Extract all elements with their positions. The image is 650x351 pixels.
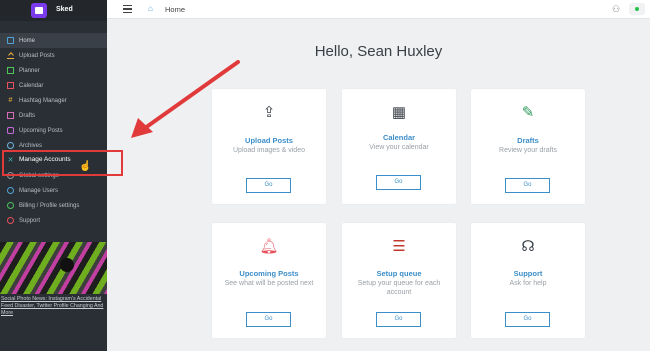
annotation-arrow — [131, 60, 240, 138]
